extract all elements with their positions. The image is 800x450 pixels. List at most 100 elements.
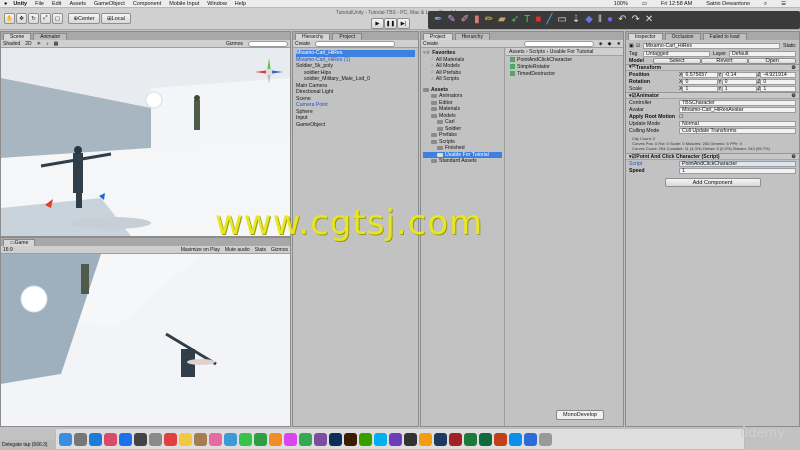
file-item[interactable]: TimedDestructor <box>506 70 623 77</box>
tab-hierarchy[interactable]: Hierarchy <box>295 33 331 40</box>
rotation-x[interactable]: 0 <box>682 78 719 85</box>
lighting-icon[interactable]: ☀ <box>37 41 41 47</box>
tab-project[interactable]: Project <box>423 33 453 40</box>
project-search-input[interactable] <box>523 40 594 47</box>
battery-label[interactable]: 100% <box>614 1 628 7</box>
finder-icon[interactable] <box>59 432 72 446</box>
photos2-icon[interactable] <box>209 432 222 446</box>
add-component-button[interactable]: Add Component <box>664 178 761 187</box>
trash-icon[interactable] <box>539 432 552 446</box>
avatar-field[interactable]: Mixamo-Carl_HiResAvatar <box>679 106 796 113</box>
mode-2d-toggle[interactable]: 2D <box>25 41 31 47</box>
local-button[interactable]: ⊞ Local <box>101 13 131 24</box>
hierarchy-create-dropdown[interactable]: Create <box>295 41 310 47</box>
aspect-dropdown[interactable]: 16:9 <box>3 247 13 253</box>
component-settings-icon[interactable]: ⚙ <box>791 65 796 71</box>
contacts-icon[interactable] <box>194 432 207 446</box>
text-tool-icon[interactable]: T <box>524 15 530 25</box>
shape-tool-icon[interactable]: ■ <box>535 15 541 25</box>
pen-tool-icon[interactable]: ✒ <box>434 15 442 25</box>
rotate-tool-icon[interactable]: ↻ <box>28 13 39 24</box>
controller-field[interactable]: TBSCharacter <box>679 99 796 106</box>
rotation-z[interactable]: 0 <box>760 78 796 85</box>
teamviewer-icon[interactable] <box>509 432 522 446</box>
ibooks-icon[interactable] <box>269 432 282 446</box>
powerpoint-icon[interactable] <box>494 432 507 446</box>
move-tool-icon[interactable]: ✥ <box>16 13 27 24</box>
itunes-icon[interactable] <box>284 432 297 446</box>
game-viewport[interactable] <box>1 254 290 426</box>
tab-hierarchy-2[interactable]: Hierarchy <box>454 33 490 40</box>
brush-tool-icon[interactable]: ✏ <box>485 15 493 25</box>
vlc-icon[interactable] <box>419 432 432 446</box>
script-component-header[interactable]: ▾☑ Point And Click Character (Script) ⚙ <box>626 153 799 160</box>
culling-mode-dropdown[interactable]: Cull Update Transforms <box>679 127 796 134</box>
chrome-icon[interactable] <box>299 432 312 446</box>
effects-icon[interactable]: ▦ <box>54 41 59 47</box>
pencil-tool-icon[interactable]: ✎ <box>447 15 455 25</box>
hierarchy-item[interactable]: GameObject <box>296 122 415 129</box>
pause-icon[interactable]: ❚❚ <box>384 18 397 29</box>
photoshop-icon[interactable] <box>329 432 342 446</box>
excel-icon[interactable] <box>464 432 477 446</box>
animator-header[interactable]: ▾☑ Animator ⚙ <box>626 92 799 99</box>
favorite-icon[interactable]: ★ <box>617 41 621 47</box>
appstore-icon[interactable] <box>119 432 132 446</box>
tab-occlusion[interactable]: Occlusion <box>664 33 701 40</box>
apple-menu-icon[interactable]: ● <box>4 1 7 7</box>
speed-field[interactable]: 1 <box>679 167 796 174</box>
facetime-icon[interactable] <box>254 432 267 446</box>
scale-tool-icon[interactable]: ⤢ <box>40 13 51 24</box>
calendar-icon[interactable] <box>164 432 177 446</box>
position-x[interactable]: 6.575657 <box>682 71 719 78</box>
system-preferences-icon[interactable] <box>149 432 162 446</box>
model-select-button[interactable]: Select <box>653 57 701 64</box>
menu-gameobject[interactable]: GameObject <box>94 1 125 7</box>
scene-search-input[interactable] <box>248 40 288 47</box>
publisher-icon[interactable] <box>479 432 492 446</box>
rotation-y[interactable]: 0 <box>721 78 758 85</box>
illustrator-icon[interactable] <box>344 432 357 446</box>
lasso-icon[interactable]: ➶ <box>511 15 519 25</box>
safari-icon[interactable] <box>89 432 102 446</box>
center-button[interactable]: ⊕ Center <box>68 13 100 24</box>
position-y[interactable]: -0.14 <box>721 71 758 78</box>
menu-file[interactable]: File <box>35 1 44 7</box>
clear-icon[interactable]: ✕ <box>645 15 653 25</box>
scale-z[interactable]: 1 <box>760 85 796 92</box>
audio-icon[interactable]: ♪ <box>46 41 49 47</box>
eraser-icon[interactable]: ▰ <box>498 15 506 25</box>
pointer-icon[interactable]: ◆ <box>585 15 593 25</box>
transform-header[interactable]: ▾⤧ Transform ⚙ <box>626 64 799 71</box>
redo-icon[interactable]: ↷ <box>631 15 639 25</box>
user-name[interactable]: Satrio Dewantono <box>706 1 750 7</box>
notes-icon[interactable] <box>179 432 192 446</box>
line-tool-icon[interactable]: ╱ <box>546 15 552 25</box>
upwork-icon[interactable] <box>359 432 372 446</box>
rect-tool-icon[interactable]: ▢ <box>52 13 63 24</box>
tab-inspector[interactable]: Inspector <box>628 33 663 40</box>
quicktime-icon[interactable] <box>434 432 447 446</box>
update-mode-dropdown[interactable]: Normal <box>679 120 796 127</box>
layer-dropdown[interactable]: Default <box>729 50 797 57</box>
unity2-icon[interactable] <box>404 432 417 446</box>
messages-icon[interactable] <box>239 432 252 446</box>
breadcrumb[interactable]: Assets › Scripts › Usable For Tutorial <box>506 48 623 56</box>
arrow-down-icon[interactable]: ⇣ <box>572 15 580 25</box>
hand-tool-icon[interactable]: ✋ <box>4 13 15 24</box>
menu-assets[interactable]: Assets <box>69 1 86 7</box>
mail-icon[interactable] <box>224 432 237 446</box>
project-create-dropdown[interactable]: Create <box>423 41 438 47</box>
model-revert-button[interactable]: Revert <box>700 57 749 64</box>
menu-component[interactable]: Component <box>133 1 161 7</box>
scale-y[interactable]: 1 <box>721 85 758 92</box>
static-toggle[interactable]: Static <box>783 43 796 49</box>
scale-x[interactable]: 1 <box>682 85 719 92</box>
root-motion-checkbox[interactable]: ☐ <box>679 114 684 120</box>
soldier-character[interactable] <box>194 95 200 130</box>
search-icon[interactable]: ⌕ <box>764 1 767 8</box>
shading-dropdown[interactable]: Shaded <box>3 41 20 47</box>
rect-shape-icon[interactable]: ▭ <box>557 15 566 25</box>
clock[interactable]: Fri 12:58 AM <box>661 1 692 7</box>
label-icon[interactable]: ◆ <box>608 41 612 47</box>
